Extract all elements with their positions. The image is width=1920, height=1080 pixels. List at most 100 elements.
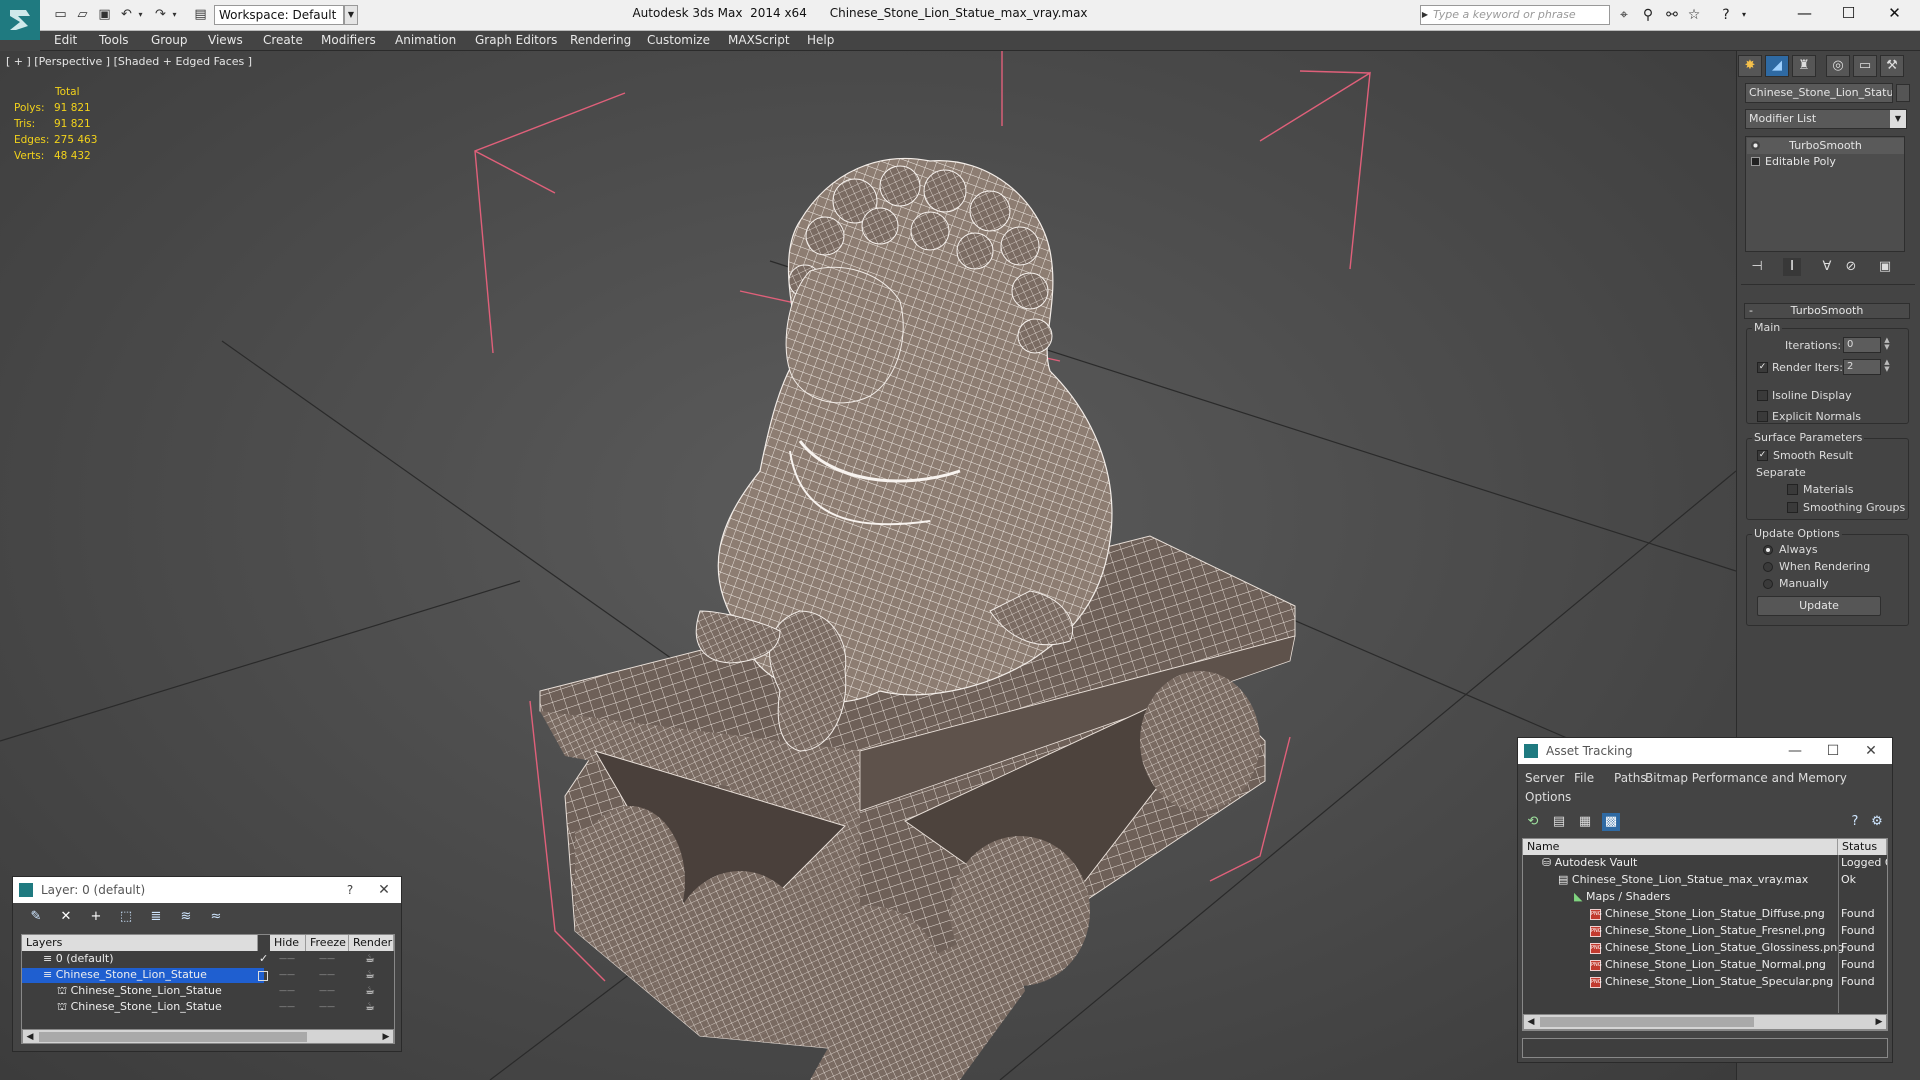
menu-customize[interactable]: Customize (647, 31, 710, 51)
asset-row-glossiness[interactable]: PNG Chinese_Stone_Lion_Statue_Glossiness.… (1590, 940, 1844, 956)
thumbnail-view-icon[interactable]: ▦ (1576, 813, 1594, 831)
update-always-radio[interactable] (1763, 545, 1773, 555)
freeze-toggle[interactable]: —— (319, 999, 335, 1015)
new-file-icon[interactable]: ▭ (52, 7, 69, 23)
hide-toggle[interactable]: —— (279, 983, 295, 999)
help-topics-icon[interactable]: ⚙ (1868, 813, 1886, 831)
minimize-button[interactable]: — (1778, 738, 1812, 764)
render-iters-spinner[interactable]: 2 (1843, 359, 1881, 375)
smoothing-groups-checkbox[interactable] (1787, 502, 1798, 513)
list-view-icon[interactable]: ▤ (1550, 813, 1568, 831)
render-teapot-icon[interactable]: ☕ (365, 967, 375, 983)
menu-graph-editors[interactable]: Graph Editors (475, 31, 557, 51)
chevron-down-icon[interactable]: ▼ (344, 5, 358, 25)
new-layer-icon[interactable]: ✎ (27, 908, 45, 926)
favorites-star-icon[interactable]: ☆ (1684, 6, 1704, 24)
spinner-arrows-icon[interactable]: ▲ ▼ (1882, 337, 1892, 353)
search-expand-icon[interactable]: ▶ (1420, 5, 1430, 25)
configure-sets-icon[interactable]: ▣ (1876, 258, 1894, 276)
render-column-header[interactable]: Render (349, 935, 394, 951)
help-icon[interactable]: ? (1716, 6, 1736, 24)
menu-rendering[interactable]: Rendering (570, 31, 631, 51)
hierarchy-tab-icon[interactable]: ♜ (1792, 55, 1816, 77)
menu-server[interactable]: Server (1525, 771, 1564, 785)
open-file-icon[interactable]: ▱ (74, 7, 91, 23)
object-color-swatch[interactable] (1896, 84, 1910, 102)
asset-row-specular[interactable]: PNG Chinese_Stone_Lion_Statue_Specular.pn… (1590, 974, 1833, 990)
scroll-right-icon[interactable]: ▶ (379, 1030, 393, 1044)
scroll-left-icon[interactable]: ◀ (23, 1030, 37, 1044)
layer-row-lion[interactable]: ≡ Chinese_Stone_Lion_Statue (43, 967, 207, 983)
spinner-arrows-icon[interactable]: ▲ ▼ (1882, 359, 1892, 375)
asset-row-diffuse[interactable]: PNG Chinese_Stone_Lion_Statue_Diffuse.png (1590, 906, 1825, 922)
help-dropdown-icon[interactable]: ▾ (1734, 6, 1754, 24)
object-name-field[interactable]: Chinese_Stone_Lion_Statue (1745, 83, 1893, 103)
motion-tab-icon[interactable]: ◎ (1826, 55, 1850, 77)
workspace-dropdown[interactable]: Workspace: Default (214, 5, 344, 25)
layer-row-default[interactable]: ≡ 0 (default) (43, 951, 114, 967)
menu-options[interactable]: Options (1525, 790, 1571, 804)
undo-dropdown-icon[interactable]: ▾ (132, 7, 149, 23)
lightbulb-icon[interactable] (1751, 141, 1760, 150)
freeze-toggle[interactable]: —— (319, 951, 335, 967)
freeze-toggle[interactable]: —— (319, 967, 335, 983)
freeze-toggle[interactable]: —— (319, 983, 335, 999)
menu-bitmap-performance[interactable]: Bitmap Performance and Memory (1645, 771, 1847, 785)
materials-checkbox[interactable] (1787, 484, 1798, 495)
remove-modifier-icon[interactable]: ⊘ (1842, 258, 1860, 276)
asset-tracking-title-bar[interactable]: Asset Tracking — ☐ ✕ (1518, 738, 1892, 764)
expand-plus-icon[interactable] (1751, 157, 1760, 166)
minimize-button[interactable]: — (1782, 0, 1827, 26)
asset-row-maps[interactable]: ◣ Maps / Shaders (1574, 889, 1670, 905)
menu-paths[interactable]: Paths (1614, 771, 1647, 785)
asset-row-vault[interactable]: ⛁ Autodesk Vault (1542, 855, 1637, 871)
freeze-all-layers-icon[interactable]: ≈ (207, 908, 225, 926)
layer-horizontal-scrollbar[interactable]: ◀ ▶ (22, 1029, 394, 1044)
project-folder-icon[interactable]: ▤ (192, 7, 209, 23)
select-in-layer-icon[interactable]: ⬚ (117, 908, 135, 926)
modifier-list-dropdown[interactable]: Modifier List ▼ (1745, 109, 1907, 129)
object-row-lion-2[interactable]: ⛫ Chinese_Stone_Lion_Statue (57, 999, 222, 1015)
menu-help[interactable]: Help (807, 31, 834, 51)
layers-column-header[interactable]: Layers (22, 935, 258, 951)
asset-horizontal-scrollbar[interactable]: ◀ ▶ (1523, 1014, 1887, 1030)
render-teapot-icon[interactable]: ☕ (365, 999, 375, 1015)
turbosmooth-rollout-header[interactable]: - TurboSmooth (1744, 303, 1910, 319)
update-when-rendering-radio[interactable] (1763, 562, 1773, 572)
menu-create[interactable]: Create (263, 31, 303, 51)
close-button[interactable]: ✕ (1854, 738, 1888, 764)
status-column-header[interactable]: Status (1838, 839, 1887, 855)
close-button[interactable]: ✕ (367, 877, 401, 903)
isoline-display-checkbox[interactable] (1757, 390, 1768, 401)
explicit-normals-checkbox[interactable] (1757, 411, 1768, 422)
menu-edit[interactable]: Edit (54, 31, 77, 51)
hide-toggle[interactable]: —— (279, 967, 295, 983)
asset-row-max-file[interactable]: ▤ Chinese_Stone_Lion_Statue_max_vray.max (1558, 872, 1808, 888)
layer-dialog-title-bar[interactable]: Layer: 0 (default) ? ✕ (13, 877, 401, 903)
name-column-header[interactable]: Name (1523, 839, 1838, 855)
hide-all-layers-icon[interactable]: ≋ (177, 908, 195, 926)
iterations-spinner[interactable]: 0 (1843, 337, 1881, 353)
pin-stack-icon[interactable]: ⊣ (1748, 258, 1766, 276)
chevron-down-icon[interactable]: ▼ (1890, 110, 1906, 128)
modify-tab-icon[interactable]: ◢ (1765, 55, 1789, 77)
asset-row-fresnel[interactable]: PNG Chinese_Stone_Lion_Statue_Fresnel.png (1590, 923, 1825, 939)
current-layer-checkbox[interactable] (258, 971, 268, 981)
hide-toggle[interactable]: —— (279, 999, 295, 1015)
search-input[interactable]: Type a keyword or phrase (1420, 5, 1610, 25)
scroll-left-icon[interactable]: ◀ (1524, 1015, 1538, 1029)
table-view-icon[interactable]: ▩ (1602, 813, 1620, 831)
menu-tools[interactable]: Tools (99, 31, 129, 51)
add-to-layer-icon[interactable]: + (87, 908, 105, 926)
viewport-label[interactable]: [ + ] [Perspective ] [Shaded + Edged Fac… (6, 55, 252, 68)
help-button[interactable]: ? (333, 877, 367, 903)
stack-item-turbosmooth[interactable]: TurboSmooth (1747, 138, 1904, 154)
subscription-icon[interactable]: ⚲ (1638, 6, 1658, 24)
binoculars-icon[interactable]: ⌖ (1614, 6, 1634, 24)
display-tab-icon[interactable]: ▭ (1853, 55, 1877, 77)
render-teapot-icon[interactable]: ☕ (365, 951, 375, 967)
close-button[interactable]: ✕ (1872, 0, 1917, 26)
menu-maxscript[interactable]: MAXScript (728, 31, 790, 51)
menu-modifiers[interactable]: Modifiers (321, 31, 376, 51)
update-manually-radio[interactable] (1763, 579, 1773, 589)
